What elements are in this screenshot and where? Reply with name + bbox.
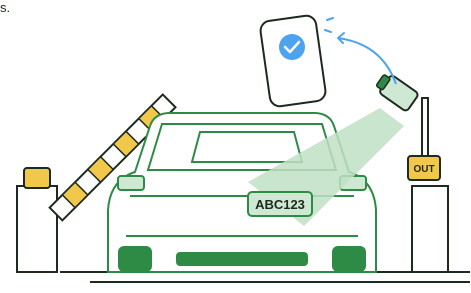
license-plate: ABC123 — [247, 191, 313, 217]
camera-icon — [376, 74, 419, 112]
barrier-post — [16, 167, 58, 273]
tail-light-left — [117, 175, 145, 191]
ground-line — [60, 271, 470, 283]
exit-sign-text: OUT — [413, 164, 434, 175]
exit-pole: OUT — [407, 97, 449, 273]
wheel-left — [118, 246, 152, 272]
car-rear-glass — [190, 131, 304, 163]
check-circle-icon — [279, 34, 305, 60]
warning-lamp — [23, 167, 51, 189]
phone-icon — [259, 14, 327, 108]
rear-bumper — [176, 252, 308, 266]
license-plate-text: ABC123 — [255, 197, 305, 212]
signal-ticks-icon — [324, 17, 334, 33]
parking-exit-illustration: ABC123 OUT — [16, 14, 470, 283]
wheel-right — [332, 246, 366, 272]
